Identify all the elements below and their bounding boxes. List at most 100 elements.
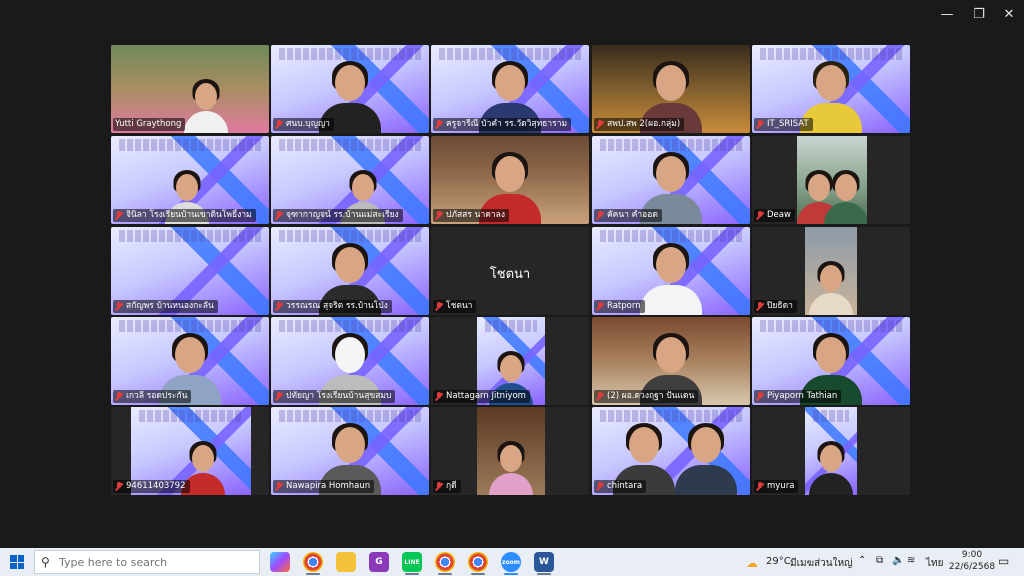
mic-muted-icon [435,392,443,401]
maximize-button[interactable]: ❐ [962,0,996,28]
speaker-icon[interactable]: 🔈 [892,555,904,566]
mic-muted-icon [596,482,604,491]
participant-tile[interactable]: ปิยธิดา [752,227,910,315]
participant-label: จินิลา โรงเรียนบ้านเขาดินโพธิ์งาม [113,209,256,222]
participant-tile[interactable]: ครูจารีณี บัวคำ รร.วัดวิสุทธาราม [431,45,589,133]
search-icon: ⚲ [41,555,50,569]
taskbar: ⚲ G LINE zoom W ☁ 29°C มีเมฆส่วนใหญ่ ⌃ ⧉… [0,548,1024,576]
mic-muted-icon [115,302,123,311]
participant-label: สกัญพร บ้านหนองกะลัน [113,300,218,313]
participant-tile[interactable]: chintara [592,407,750,495]
participant-tile[interactable]: โชตนา โชตนา [431,227,589,315]
participant-tile[interactable]: Deaw [752,136,910,224]
participant-label: ปภัสสร นาคาลง [433,209,510,222]
chevron-up-icon[interactable]: ⌃ [858,555,866,566]
windows-logo-icon [10,555,24,569]
clock-date[interactable]: 22/6/2568 [945,562,999,572]
participant-name: 94611403792 [126,481,186,491]
participant-tile[interactable]: IT_SRISAT [752,45,910,133]
participant-tile[interactable]: ศนบ.บุญญา [271,45,429,133]
participant-name: myura [767,481,795,491]
taskbar-active-indicator [537,573,551,575]
participant-video [674,423,737,495]
participant-video [797,136,867,224]
language-indicator[interactable]: ไทย [926,556,943,571]
weather-desc[interactable]: มีเมฆส่วนใหญ่ [790,556,853,571]
gallery-grid: Yutti Graythong ศนบ.บุญญา ครูจารีณี บัวค… [111,45,913,497]
minimize-button[interactable]: — [930,0,964,28]
weather-temp[interactable]: 29°C [766,556,791,567]
start-button[interactable] [0,548,34,576]
participant-label: คัคนา คำออด [594,209,662,222]
participant-tile[interactable]: จุฑากาญจน์ รร.บ้านแม่สะเรียง [271,136,429,224]
mic-muted-icon [596,211,604,220]
chrome-icon[interactable] [468,552,488,572]
taskbar-search[interactable]: ⚲ [34,550,260,574]
participant-label: Ratporn [594,300,645,313]
participant-label: ปิยธิดา [754,300,797,313]
participant-video [477,407,545,495]
participant-tile[interactable]: ปภัสสร นาคาลง [431,136,589,224]
taskbar-active-indicator [405,573,419,575]
participant-name: Deaw [767,210,791,220]
participant-tile[interactable]: 94611403792 [111,407,269,495]
line-icon[interactable]: LINE [402,552,422,572]
chrome-icon[interactable] [435,552,455,572]
wifi-icon[interactable]: ≋ [907,555,915,566]
participant-label: สพป.สพ 2(ผอ.กลุ่ม) [594,118,685,131]
copilot-icon[interactable] [270,552,290,572]
mic-muted-icon [435,211,443,220]
participant-tile[interactable]: Piyaporn Tathian [752,317,910,405]
participant-label: โชตนา [433,300,477,313]
mic-muted-icon [756,120,764,129]
participant-video [640,243,702,315]
participant-tile[interactable]: วรรณรณ สุจริต รร.บ้านโป่ง [271,227,429,315]
participant-tile[interactable]: คัคนา คำออด [592,136,750,224]
close-button[interactable]: ✕ [992,0,1024,28]
participant-name: (2) ผอ.ดวงฤฐา ปันแดน [607,391,695,401]
mic-muted-icon [435,302,443,311]
participant-name: ปิยธิดา [767,301,793,311]
search-input[interactable] [57,554,241,570]
participant-tile[interactable]: myura [752,407,910,495]
mic-muted-icon [596,392,604,401]
taskbar-active-indicator [306,573,320,575]
mic-muted-icon [435,482,443,491]
zoom-icon[interactable]: zoom [501,552,521,572]
chrome-icon[interactable] [303,552,323,572]
mic-muted-icon [275,482,283,491]
mic-muted-icon [596,302,604,311]
participant-tile[interactable]: เกวลี รอดประกัน [111,317,269,405]
mic-muted-icon [275,211,283,220]
participant-name: Nattagarn Jitniyom [446,391,526,401]
participant-name: IT_SRISAT [767,119,809,129]
participant-name: จินิลา โรงเรียนบ้านเขาดินโพธิ์งาม [126,210,252,220]
mic-muted-icon [115,211,123,220]
window-titlebar: — ❐ ✕ [0,0,1024,28]
mic-muted-icon [756,302,764,311]
participant-tile[interactable]: Ratporn [592,227,750,315]
g-app-icon[interactable]: G [369,552,389,572]
notification-icon[interactable]: ▭ [998,554,1009,568]
participant-tile[interactable]: Nattagarn Jitniyom [431,317,589,405]
mic-muted-icon [275,392,283,401]
participant-tile[interactable]: (2) ผอ.ดวงฤฐา ปันแดน [592,317,750,405]
participant-tile[interactable]: สกัญพร บ้านหนองกะลัน [111,227,269,315]
mic-muted-icon [435,120,443,129]
mic-muted-icon [756,482,764,491]
file-explorer-icon[interactable] [336,552,356,572]
participant-tile[interactable]: กุดี [431,407,589,495]
participant-label: Deaw [754,209,795,222]
participant-tile[interactable]: จินิลา โรงเรียนบ้านเขาดินโพธิ์งาม [111,136,269,224]
weather-icon[interactable]: ☁ [746,556,758,570]
participant-tile[interactable]: Nawapira Homhaun [271,407,429,495]
word-icon[interactable]: W [534,552,554,572]
participant-label: myura [754,480,799,493]
participant-label: Yutti Graythong [113,118,186,131]
participant-tile[interactable]: Yutti Graythong [111,45,269,133]
network-icon[interactable]: ⧉ [876,555,883,566]
participant-video [805,407,857,495]
participant-tile[interactable]: ปทัยญา โรงเรียนบ้านสุขสมบ [271,317,429,405]
participant-tile[interactable]: สพป.สพ 2(ผอ.กลุ่ม) [592,45,750,133]
clock-time[interactable]: 9:00 [952,550,992,560]
